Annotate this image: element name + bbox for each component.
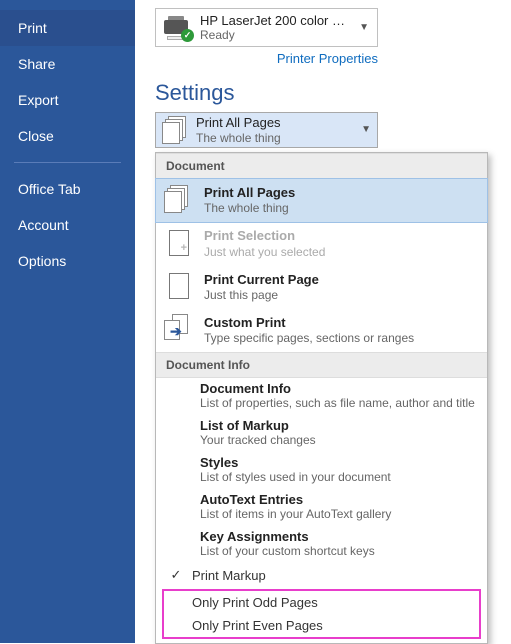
print-range-menu: Document Print All Pages The whole thing… bbox=[155, 152, 488, 644]
menu-item-title: Print Current Page bbox=[204, 272, 479, 288]
backstage-sidebar: Print Share Export Close Office Tab Acco… bbox=[0, 0, 135, 643]
dropdown-sub: The whole thing bbox=[196, 131, 353, 145]
menu-item-title: Key Assignments bbox=[200, 529, 479, 544]
pages-stack-icon bbox=[164, 185, 194, 215]
page-plus-icon: + bbox=[164, 228, 194, 258]
sidebar-item-account[interactable]: Account bbox=[0, 207, 135, 243]
odd-even-highlight: Only Print Odd Pages Only Print Even Pag… bbox=[162, 589, 481, 639]
menu-item-label: Only Print Odd Pages bbox=[192, 595, 318, 610]
pages-stack-icon bbox=[162, 116, 188, 144]
sidebar-item-export[interactable]: Export bbox=[0, 82, 135, 118]
menu-item-print-current-page[interactable]: Print Current Page Just this page bbox=[156, 266, 487, 309]
menu-item-print-all-pages[interactable]: Print All Pages The whole thing bbox=[155, 178, 488, 223]
main-panel: ✓ HP LaserJet 200 color MFP... Ready ▼ P… bbox=[135, 0, 511, 643]
sidebar-separator bbox=[14, 162, 121, 163]
printer-text: HP LaserJet 200 color MFP... Ready bbox=[200, 13, 347, 42]
printer-name: HP LaserJet 200 color MFP... bbox=[200, 13, 347, 28]
printer-status: Ready bbox=[200, 28, 347, 42]
menu-item-sub: List of your custom shortcut keys bbox=[200, 544, 479, 558]
menu-item-title: Print All Pages bbox=[204, 185, 479, 201]
printer-selector[interactable]: ✓ HP LaserJet 200 color MFP... Ready ▼ bbox=[155, 8, 378, 47]
settings-heading: Settings bbox=[155, 80, 495, 106]
menu-item-title: Print Selection bbox=[204, 228, 479, 244]
menu-item-sub: List of items in your AutoText gallery bbox=[200, 507, 479, 521]
menu-section-document: Document bbox=[156, 153, 487, 179]
chevron-down-icon: ▼ bbox=[361, 124, 371, 135]
printer-properties-row: Printer Properties bbox=[155, 51, 378, 66]
printer-icon: ✓ bbox=[164, 16, 192, 40]
menu-item-print-selection: + Print Selection Just what you selected bbox=[156, 222, 487, 265]
menu-section-doc-info: Document Info bbox=[156, 352, 487, 378]
sidebar-item-office-tab[interactable]: Office Tab bbox=[0, 171, 135, 207]
custom-pages-icon: ➔ bbox=[164, 314, 194, 344]
menu-item-only-even[interactable]: Only Print Even Pages bbox=[164, 614, 479, 637]
menu-item-label: Only Print Even Pages bbox=[192, 618, 323, 633]
menu-item-title: AutoText Entries bbox=[200, 492, 479, 507]
menu-item-label: Print Markup bbox=[192, 568, 266, 583]
chevron-down-icon: ▼ bbox=[359, 22, 369, 33]
menu-item-only-odd[interactable]: Only Print Odd Pages bbox=[164, 591, 479, 614]
menu-item-doc-info[interactable]: Document Info List of properties, such a… bbox=[156, 378, 487, 415]
menu-item-custom-print[interactable]: ➔ Custom Print Type specific pages, sect… bbox=[156, 309, 487, 352]
menu-item-print-markup[interactable]: ✓ Print Markup bbox=[156, 563, 487, 587]
menu-item-styles[interactable]: Styles List of styles used in your docum… bbox=[156, 452, 487, 489]
sidebar-item-options[interactable]: Options bbox=[0, 243, 135, 279]
print-range-dropdown[interactable]: Print All Pages The whole thing ▼ bbox=[155, 112, 378, 148]
menu-item-sub: Your tracked changes bbox=[200, 433, 479, 447]
menu-item-key-assignments[interactable]: Key Assignments List of your custom shor… bbox=[156, 526, 487, 563]
menu-item-sub: List of styles used in your document bbox=[200, 470, 479, 484]
app-root: Print Share Export Close Office Tab Acco… bbox=[0, 0, 511, 643]
menu-item-list-of-markup[interactable]: List of Markup Your tracked changes bbox=[156, 415, 487, 452]
printer-properties-link[interactable]: Printer Properties bbox=[277, 51, 378, 66]
check-icon: ✓ bbox=[168, 567, 184, 583]
menu-item-title: List of Markup bbox=[200, 418, 479, 433]
menu-item-sub: The whole thing bbox=[204, 201, 479, 216]
menu-item-sub: Just what you selected bbox=[204, 245, 479, 260]
sidebar-item-share[interactable]: Share bbox=[0, 46, 135, 82]
menu-item-sub: Just this page bbox=[204, 288, 479, 303]
sidebar-item-print[interactable]: Print bbox=[0, 10, 135, 46]
menu-item-sub: List of properties, such as file name, a… bbox=[200, 396, 479, 410]
dropdown-title: Print All Pages bbox=[196, 115, 353, 131]
menu-item-title: Document Info bbox=[200, 381, 479, 396]
menu-item-title: Custom Print bbox=[204, 315, 479, 331]
sidebar-item-close[interactable]: Close bbox=[0, 118, 135, 154]
page-icon bbox=[164, 271, 194, 301]
menu-item-sub: Type specific pages, sections or ranges bbox=[204, 331, 479, 346]
menu-item-autotext[interactable]: AutoText Entries List of items in your A… bbox=[156, 489, 487, 526]
menu-item-title: Styles bbox=[200, 455, 479, 470]
printer-ready-badge-icon: ✓ bbox=[181, 29, 194, 42]
